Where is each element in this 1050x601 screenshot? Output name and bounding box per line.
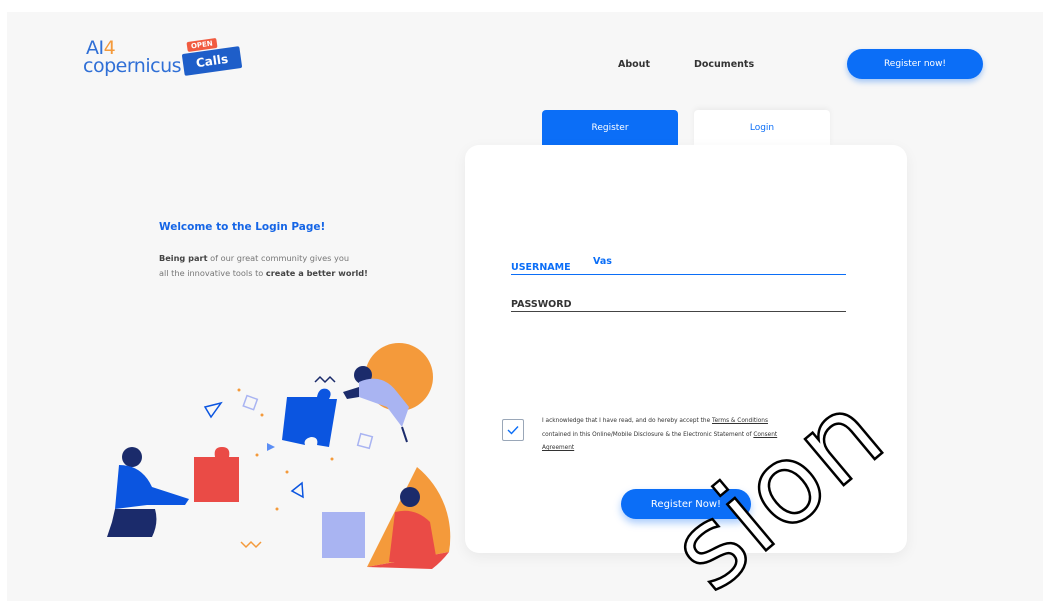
welcome-title: Welcome to the Login Page! — [159, 221, 326, 233]
person2-head-icon — [400, 487, 420, 507]
checkmark-icon — [507, 426, 519, 435]
triangle-filled-shape — [267, 443, 275, 451]
person3-body-shape — [115, 465, 189, 509]
consent-link[interactable]: Consent — [753, 432, 777, 438]
register-submit-button[interactable]: Register Now! — [621, 489, 751, 519]
welcome-text-1: of our great community gives you — [207, 253, 350, 263]
tab-login[interactable]: Login — [694, 110, 830, 146]
zigzag-shape-2 — [240, 540, 262, 549]
person-leg-shape — [401, 426, 408, 443]
login-card: USERNAME Vas PASSWORD I acknowledge that… — [465, 145, 907, 553]
tab-register[interactable]: Register — [542, 110, 678, 146]
square-outline-shape — [242, 394, 259, 411]
password-label: PASSWORD — [511, 299, 572, 310]
blue-puzzle-piece — [282, 388, 337, 447]
username-label: USERNAME — [511, 262, 571, 273]
person3-head-icon — [122, 447, 142, 467]
person3-legs-shape — [107, 509, 157, 537]
triangle-outline-shape-2 — [290, 481, 304, 499]
nav-documents-link[interactable]: Documents — [694, 59, 754, 70]
welcome-text-2: all the innovative tools to — [159, 268, 266, 278]
red-puzzle-piece — [194, 447, 239, 502]
terms-text: I acknowledge that I have read, and do h… — [542, 418, 778, 451]
welcome-bold-2: create a better world! — [265, 268, 368, 278]
logo-copernicus-text: copernicus — [83, 55, 182, 77]
username-input[interactable]: Vas — [593, 256, 612, 267]
welcome-text: Being part of our great community gives … — [159, 251, 399, 281]
triangle-outline-shape — [203, 401, 223, 419]
terms-checkbox[interactable] — [502, 419, 524, 441]
nav-about-link[interactable]: About — [618, 59, 650, 70]
teamwork-illustration — [107, 343, 451, 569]
person-arm-shape — [343, 387, 359, 399]
password-field[interactable]: PASSWORD — [511, 295, 846, 312]
square-outline-shape-2 — [356, 432, 374, 450]
terms-conditions-link[interactable]: Terms & Conditions — [712, 418, 768, 424]
zigzag-shape — [314, 375, 336, 384]
page-background: AI4 copernicus OPEN Calls About Document… — [7, 12, 1043, 601]
agreement-link[interactable]: Agreement — [542, 445, 574, 451]
register-now-button[interactable]: Register now! — [847, 49, 983, 79]
username-field[interactable]: USERNAME Vas — [511, 256, 846, 275]
brand-logo[interactable]: AI4 copernicus OPEN Calls — [83, 36, 253, 86]
lavender-puzzle-piece — [322, 512, 365, 558]
welcome-bold-1: Being part — [159, 253, 208, 263]
